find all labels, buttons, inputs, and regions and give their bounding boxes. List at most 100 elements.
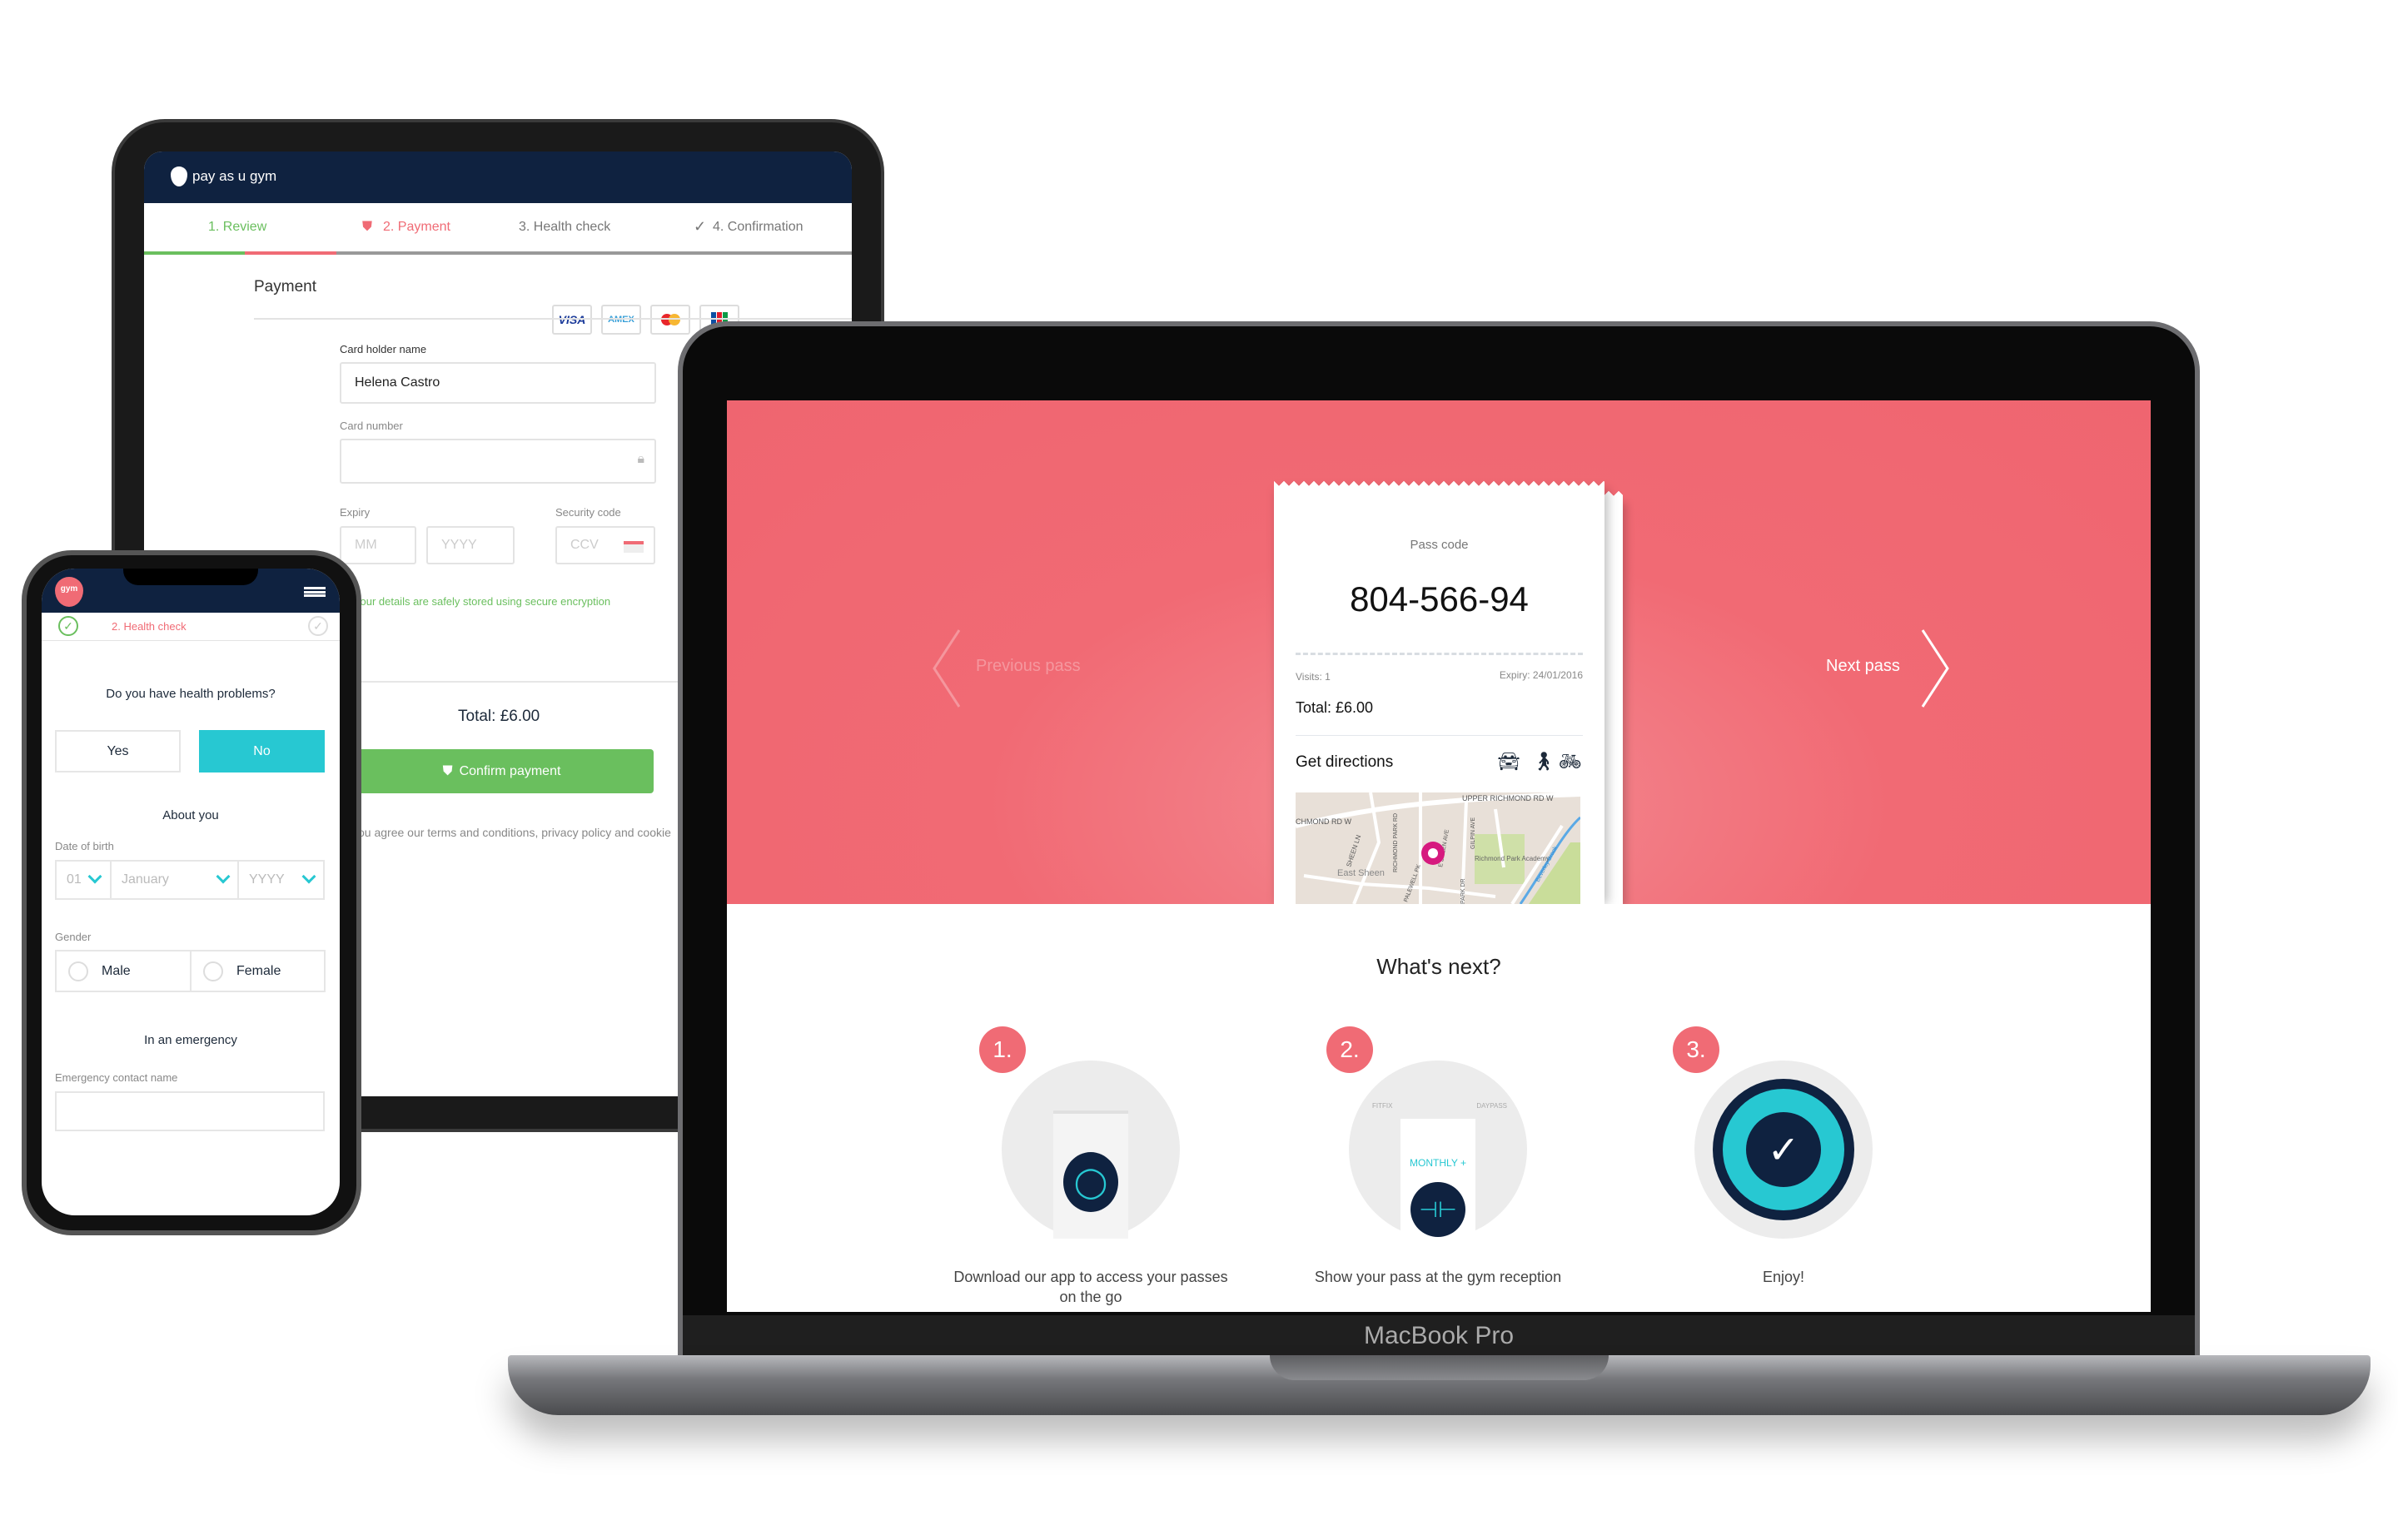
device-label: MacBook Pro <box>683 1315 2195 1357</box>
radio-icon <box>68 961 88 981</box>
chevron-down-icon <box>301 869 316 884</box>
health-question: Do you have health problems? <box>106 687 276 701</box>
progress-active <box>245 251 336 255</box>
card-back-icon <box>624 541 644 553</box>
next-pass-link[interactable]: Next pass <box>1826 657 1900 676</box>
step-health-check: 2. Health check <box>112 620 187 633</box>
step-review[interactable]: 1. Review <box>208 220 266 235</box>
menu-icon[interactable] <box>304 587 326 597</box>
step-payment[interactable]: 2. Payment <box>383 220 450 235</box>
phone-header: gym <box>42 569 340 613</box>
divider <box>254 318 852 320</box>
step-badge: 2. <box>1326 1026 1373 1073</box>
brand-logo[interactable]: pay as u gym <box>171 166 276 186</box>
side-label: FITFIX <box>1372 1102 1393 1110</box>
map-label: UPPER RICHMOND RD W <box>1462 794 1554 802</box>
gender-label: Gender <box>55 931 92 943</box>
dob-year-select[interactable]: YYYY <box>237 860 325 900</box>
about-heading: About you <box>162 808 219 822</box>
step-health-check[interactable]: 3. Health check <box>519 220 610 235</box>
pin-icon <box>171 166 187 186</box>
card-number-label: Card number <box>340 420 403 432</box>
dob-label: Date of birth <box>55 840 114 852</box>
step-confirmation[interactable]: 4. Confirmation <box>713 220 803 235</box>
dumbbell-icon: ⊣⊢ <box>1410 1182 1465 1237</box>
yes-button[interactable]: Yes <box>55 730 181 772</box>
notch <box>123 569 258 585</box>
pass-illustration: FITFIX DAYPASS MONTHLY + ⊣⊢ <box>1349 1061 1527 1239</box>
amex-icon: AMEX <box>601 305 641 335</box>
chevron-down-icon <box>87 869 102 884</box>
tablet-header: pay as u gym <box>144 152 852 203</box>
step-caption: Enjoy! <box>1762 1269 1805 1285</box>
bike-icon[interactable]: 🚲︎ <box>1559 751 1582 772</box>
map-label: PARK DR <box>1460 878 1466 904</box>
pass-expiry: Expiry: 24/01/2016 <box>1499 669 1583 681</box>
car-icon[interactable]: 🚘︎ <box>1497 751 1520 772</box>
security-code-input[interactable]: CCV <box>555 526 655 564</box>
walk-icon[interactable]: 🚶︎ <box>1532 751 1555 772</box>
laptop-notch <box>1270 1355 1609 1380</box>
visa-icon: VISA <box>552 305 592 335</box>
user-icon: ◯ <box>1063 1152 1118 1212</box>
expiry-year-input[interactable]: YYYY <box>426 526 515 564</box>
checkout-steps: 1. Review ⛊ 2. Payment 3. Health check ✓… <box>144 203 852 255</box>
card-holder-input[interactable]: Helena Castro <box>340 362 656 404</box>
pass-ticket: Pass code 804-566-94 Visits: 1 Expiry: 2… <box>1274 481 1604 904</box>
pass-card-label: MONTHLY + <box>1410 1157 1466 1169</box>
pass-total: Total: £6.00 <box>1296 699 1374 716</box>
chevron-left-icon[interactable] <box>931 628 964 708</box>
confirm-payment-button[interactable]: ⛊ Confirm payment <box>350 749 654 793</box>
map-label: East Sheen <box>1337 868 1385 878</box>
brand-logo[interactable]: gym <box>55 577 83 607</box>
chevron-right-icon[interactable] <box>1919 628 1953 708</box>
progress-done <box>144 251 245 255</box>
chevron-down-icon <box>216 869 231 884</box>
year-value: YYYY <box>249 872 285 887</box>
card-number-input[interactable]: 🔒︎ <box>340 439 656 484</box>
gender-female-option[interactable]: Female <box>190 950 326 992</box>
app-illustration: ◯ <box>1002 1061 1180 1239</box>
visits-count: Visits: 1 <box>1296 671 1331 683</box>
phone-steps: ✓ 2. Health check ✓ <box>42 613 340 641</box>
day-value: 01 <box>67 872 82 887</box>
expiry-month-input[interactable]: MM <box>340 526 416 564</box>
shield-icon: ⛊ <box>442 763 453 778</box>
step-pending-icon: ✓ <box>308 616 328 636</box>
emergency-contact-label: Emergency contact name <box>55 1071 178 1084</box>
gender-male-option[interactable]: Male <box>55 950 192 992</box>
step-badge: 1. <box>979 1026 1026 1073</box>
map[interactable]: UPPER RICHMOND RD W CHMOND RD W SHEEN LN… <box>1296 792 1580 904</box>
expiry-label: Expiry <box>340 506 371 519</box>
get-directions-label: Get directions <box>1296 753 1394 771</box>
radio-icon <box>203 961 223 981</box>
pass-code-label: Pass code <box>1410 538 1469 552</box>
month-value: January <box>122 872 169 887</box>
terms-text: you agree our terms and conditions, priv… <box>352 826 671 839</box>
secure-note: Your details are safely stored using sec… <box>354 595 611 608</box>
no-button[interactable]: No <box>199 730 325 772</box>
female-label: Female <box>236 963 281 978</box>
emergency-heading: In an emergency <box>144 1033 237 1047</box>
phone-screen: gym ✓ 2. Health check ✓ Do you have heal… <box>42 569 340 1215</box>
success-illustration: ✓ <box>1694 1061 1873 1239</box>
lock-icon: 🔒︎ <box>637 452 644 466</box>
dashed-divider <box>1296 653 1583 655</box>
map-label: RICHMOND PARK RD <box>1393 813 1399 872</box>
section-title: Payment <box>254 278 316 296</box>
side-label: DAYPASS <box>1476 1102 1507 1110</box>
male-label: Male <box>102 963 131 978</box>
step-caption: Show your pass at the gym reception <box>1314 1269 1562 1285</box>
mastercard-icon <box>650 305 690 335</box>
dob-month-select[interactable]: January <box>110 860 239 900</box>
security-code-label: Security code <box>555 506 621 519</box>
dob-day-select[interactable]: 01 <box>55 860 112 900</box>
shield-icon: ⛊ <box>362 220 373 234</box>
check-icon: ✓ <box>1746 1112 1821 1187</box>
previous-pass-link[interactable]: Previous pass <box>976 657 1081 676</box>
divider <box>1296 735 1583 736</box>
emergency-contact-input[interactable] <box>55 1091 325 1131</box>
map-label: CHMOND RD W <box>1296 817 1351 826</box>
card-holder-label: Card holder name <box>340 343 427 355</box>
total-amount: Total: £6.00 <box>458 708 540 725</box>
